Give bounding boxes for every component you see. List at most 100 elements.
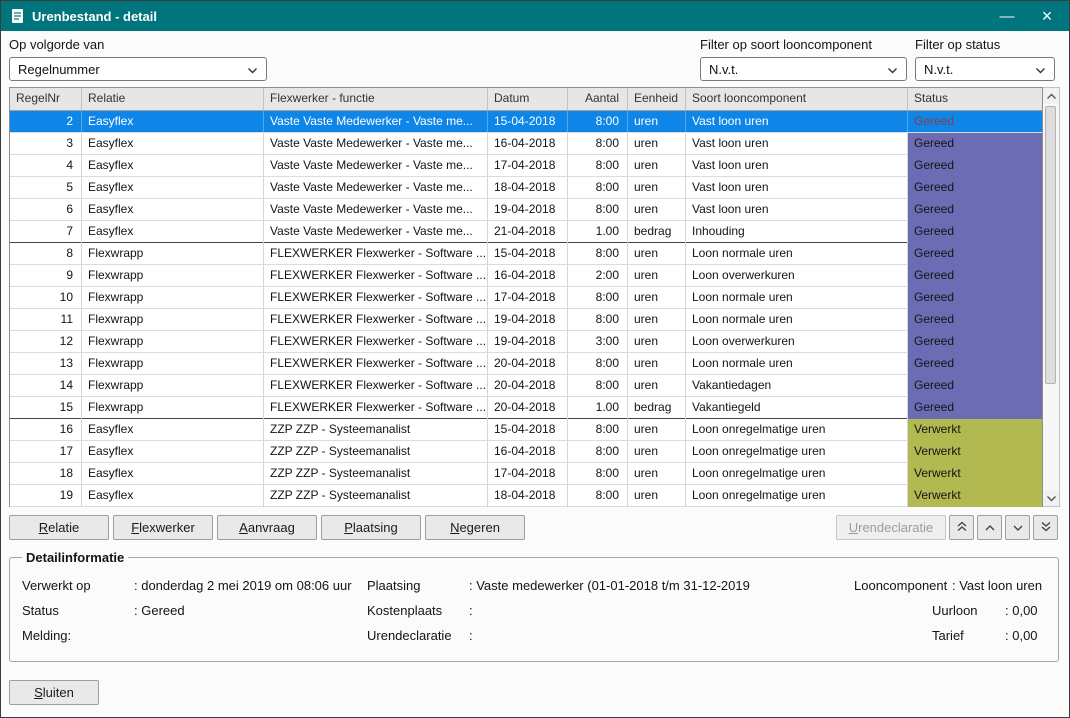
cell-flexwerker: FLEXWERKER Flexwerker - Software ... (264, 309, 488, 331)
close-button[interactable]: × (1027, 1, 1067, 31)
scrollbar-thumb[interactable] (1045, 106, 1056, 384)
cell-status: Gereed (908, 243, 1042, 265)
cell-eenheid: uren (628, 199, 686, 221)
cell-eenheid: uren (628, 309, 686, 331)
table-row[interactable]: 5EasyflexVaste Vaste Medewerker - Vaste … (10, 177, 1042, 199)
scrollbar-track[interactable] (1043, 104, 1059, 490)
cell-eenheid: uren (628, 485, 686, 507)
detail-column-2: Plaatsing: Vaste medewerker (01-01-2018 … (367, 573, 854, 648)
cell-regelnr: 9 (10, 265, 82, 287)
cell-relatie: Easyflex (82, 199, 264, 221)
table-row[interactable]: 8FlexwrappFLEXWERKER Flexwerker - Softwa… (10, 243, 1042, 265)
cell-datum: 21-04-2018 (488, 221, 568, 243)
table-row[interactable]: 9FlexwrappFLEXWERKER Flexwerker - Softwa… (10, 265, 1042, 287)
column-header[interactable]: Aantal (568, 88, 628, 110)
cell-aantal: 8:00 (568, 133, 628, 155)
column-header[interactable]: Eenheid (628, 88, 686, 110)
cell-status: Gereed (908, 331, 1042, 353)
kostenplaats-label: Kostenplaats (367, 603, 469, 618)
chevron-down-icon (1046, 489, 1057, 507)
cell-datum: 20-04-2018 (488, 375, 568, 397)
cell-relatie: Flexwrapp (82, 265, 264, 287)
table-row[interactable]: 18EasyflexZZP ZZP - Systeemanalist17-04-… (10, 463, 1042, 485)
cell-datum: 15-04-2018 (488, 419, 568, 441)
bottom-bar: Sluiten (9, 680, 1061, 705)
cell-aantal: 8:00 (568, 155, 628, 177)
last-row-button[interactable] (1033, 515, 1058, 540)
cell-component: Vast loon uren (686, 177, 908, 199)
plaatsing-button[interactable]: Plaatsing (321, 515, 421, 540)
table-row[interactable]: 14FlexwrappFLEXWERKER Flexwerker - Softw… (10, 375, 1042, 397)
sort-select[interactable]: Regelnummer (9, 57, 267, 81)
filter-component-select[interactable]: N.v.t. (700, 57, 907, 81)
plaatsing-value: : Vaste medewerker (01-01-2018 t/m 31-12… (469, 578, 750, 593)
column-header[interactable]: Relatie (82, 88, 264, 110)
table-row[interactable]: 19EasyflexZZP ZZP - Systeemanalist18-04-… (10, 485, 1042, 507)
flexwerker-button[interactable]: Flexwerker (113, 515, 213, 540)
column-header[interactable]: Datum (488, 88, 568, 110)
relatie-button[interactable]: Relatie (9, 515, 109, 540)
chevron-down-icon (887, 62, 898, 77)
negeren-button[interactable]: Negeren (425, 515, 525, 540)
column-header[interactable]: Flexwerker - functie (264, 88, 488, 110)
cell-datum: 19-04-2018 (488, 331, 568, 353)
table-row[interactable]: 12FlexwrappFLEXWERKER Flexwerker - Softw… (10, 331, 1042, 353)
cell-eenheid: uren (628, 331, 686, 353)
cell-aantal: 8:00 (568, 375, 628, 397)
cell-datum: 17-04-2018 (488, 155, 568, 177)
cell-datum: 18-04-2018 (488, 177, 568, 199)
previous-row-button[interactable] (977, 515, 1002, 540)
chevron-up-icon (984, 520, 996, 535)
action-bar: Relatie Flexwerker Aanvraag Plaatsing Ne… (9, 515, 1058, 540)
table-row[interactable]: 17EasyflexZZP ZZP - Systeemanalist16-04-… (10, 441, 1042, 463)
first-row-button[interactable] (949, 515, 974, 540)
cell-datum: 19-04-2018 (488, 199, 568, 221)
cell-eenheid: uren (628, 463, 686, 485)
table-row[interactable]: 3EasyflexVaste Vaste Medewerker - Vaste … (10, 133, 1042, 155)
chevron-down-icon (1012, 520, 1024, 535)
cell-datum: 20-04-2018 (488, 397, 568, 419)
cell-eenheid: uren (628, 419, 686, 441)
minimize-button[interactable]: — (987, 1, 1027, 31)
aanvraag-button[interactable]: Aanvraag (217, 515, 317, 540)
column-header[interactable]: Soort looncomponent (686, 88, 908, 110)
cell-status: Gereed (908, 397, 1042, 419)
table-header-row: RegelNrRelatieFlexwerker - functieDatumA… (10, 88, 1042, 111)
urendeclaratie-button[interactable]: Urendeclaratie (836, 515, 946, 540)
table-row[interactable]: 2EasyflexVaste Vaste Medewerker - Vaste … (10, 111, 1042, 133)
cell-status: Gereed (908, 375, 1042, 397)
cell-status: Verwerkt (908, 463, 1042, 485)
column-header[interactable]: Status (908, 88, 1042, 110)
table-row[interactable]: 16EasyflexZZP ZZP - Systeemanalist15-04-… (10, 419, 1042, 441)
cell-flexwerker: FLEXWERKER Flexwerker - Software ... (264, 331, 488, 353)
cell-regelnr: 17 (10, 441, 82, 463)
sluiten-button[interactable]: Sluiten (9, 680, 99, 705)
vertical-scrollbar[interactable] (1043, 87, 1060, 507)
filter-status-select[interactable]: N.v.t. (915, 57, 1055, 81)
cell-relatie: Easyflex (82, 441, 264, 463)
cell-relatie: Flexwrapp (82, 375, 264, 397)
table-row[interactable]: 4EasyflexVaste Vaste Medewerker - Vaste … (10, 155, 1042, 177)
cell-aantal: 8:00 (568, 199, 628, 221)
column-header[interactable]: RegelNr (10, 88, 82, 110)
scroll-down-button[interactable] (1043, 490, 1059, 506)
uurloon-label: Uurloon (932, 603, 1005, 618)
cell-flexwerker: Vaste Vaste Medewerker - Vaste me... (264, 177, 488, 199)
cell-datum: 17-04-2018 (488, 287, 568, 309)
table-row[interactable]: 10FlexwrappFLEXWERKER Flexwerker - Softw… (10, 287, 1042, 309)
cell-eenheid: bedrag (628, 397, 686, 419)
cell-eenheid: uren (628, 353, 686, 375)
filter-component-value: N.v.t. (709, 62, 738, 77)
scroll-up-button[interactable] (1043, 88, 1059, 104)
cell-component: Loon onregelmatige uren (686, 463, 908, 485)
cell-eenheid: uren (628, 287, 686, 309)
table-row[interactable]: 7EasyflexVaste Vaste Medewerker - Vaste … (10, 221, 1042, 243)
kostenplaats-value: : (469, 603, 473, 618)
table-row[interactable]: 13FlexwrappFLEXWERKER Flexwerker - Softw… (10, 353, 1042, 375)
cell-regelnr: 2 (10, 111, 82, 133)
table-row[interactable]: 6EasyflexVaste Vaste Medewerker - Vaste … (10, 199, 1042, 221)
next-row-button[interactable] (1005, 515, 1030, 540)
table-row[interactable]: 11FlexwrappFLEXWERKER Flexwerker - Softw… (10, 309, 1042, 331)
cell-regelnr: 16 (10, 419, 82, 441)
table-row[interactable]: 15FlexwrappFLEXWERKER Flexwerker - Softw… (10, 397, 1042, 419)
